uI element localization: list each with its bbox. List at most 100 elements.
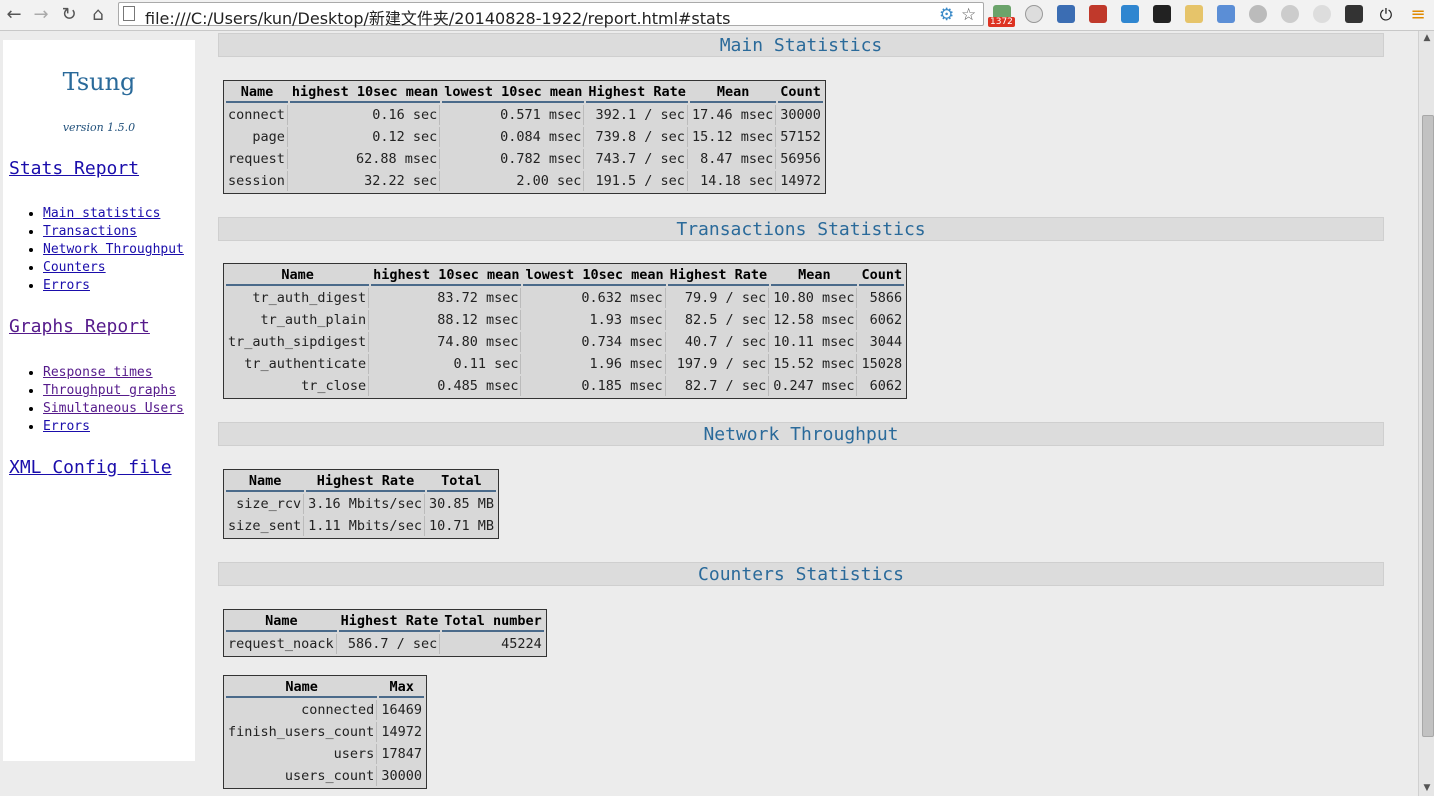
table-cell: 12.58 msec xyxy=(771,310,858,330)
extension-translate-icon[interactable] xyxy=(1121,5,1139,23)
stats-report-list: Main statistics Transactions Network Thr… xyxy=(17,205,184,295)
table-row: tr_auth_sipdigest 74.80 msec 0.734 msec 40.… xyxy=(226,332,904,352)
back-arrow-icon[interactable]: ← xyxy=(2,3,26,27)
table-cell: 57152 xyxy=(780,129,821,145)
table-row: users 17847 xyxy=(226,744,424,764)
browser-toolbar: ← → ↻ ⌂ file:///C:/Users/kun/Desktop/新建文… xyxy=(0,0,1434,31)
extension-sync-icon[interactable] xyxy=(1025,5,1043,23)
table-header-row: Name highest 10sec mean lowest 10sec mean H… xyxy=(226,266,905,286)
translate-scan-icon[interactable]: ⚙ xyxy=(939,5,954,25)
table-cell: 0.16 sec xyxy=(290,105,441,125)
table-cell: 15.12 msec xyxy=(690,127,777,147)
menu-icon[interactable]: ≡ xyxy=(1406,3,1430,27)
table-cell: 586.7 / sec xyxy=(339,634,441,654)
column-header: Highest Rate xyxy=(306,472,425,492)
table-cell: 0.11 sec xyxy=(371,354,522,374)
page-icon xyxy=(123,6,135,21)
extension-search-icon[interactable] xyxy=(1313,5,1331,23)
column-header: Name xyxy=(226,83,288,103)
table-cell: 743.7 / sec xyxy=(586,149,688,169)
table-cell: 5866 xyxy=(869,290,903,306)
table-cell: 82.7 / sec xyxy=(668,376,770,396)
table-cell: 197.9 / sec xyxy=(668,354,770,374)
table-cell: 15028 xyxy=(861,356,903,372)
table-cell: request xyxy=(226,149,288,169)
column-header: highest 10sec mean xyxy=(289,83,441,103)
counters-table: Name Highest Rate Total number request_noac… xyxy=(223,609,547,657)
main-statistics-heading: Main Statistics xyxy=(218,33,1384,57)
home-icon[interactable]: ⌂ xyxy=(86,3,110,27)
transactions-link[interactable]: Transactions xyxy=(43,224,137,239)
column-header: Count xyxy=(859,266,905,286)
extension-circle-icon[interactable] xyxy=(1281,5,1299,23)
table-cell: 0.571 msec xyxy=(442,105,585,125)
table-row: size_sent 1.11 Mbits/sec 10.71 MB xyxy=(226,516,496,536)
extension-d-icon[interactable] xyxy=(1345,5,1363,23)
counters-link[interactable]: Counters xyxy=(43,260,106,275)
list-item: Errors xyxy=(43,418,184,436)
table-cell: users xyxy=(226,744,378,764)
table-cell: 74.80 msec xyxy=(371,332,522,352)
table-row: size_rcv 3.16 Mbits/sec 30.85 MB xyxy=(226,494,496,514)
table-row: connected 16469 xyxy=(226,700,424,720)
extension-download-icon[interactable] xyxy=(1249,5,1267,23)
response-times-link[interactable]: Response times xyxy=(43,365,153,380)
vertical-scrollbar[interactable]: ▲ ▼ xyxy=(1418,31,1434,796)
graphs-report-link[interactable]: Graphs Report xyxy=(9,316,150,337)
table-cell: 10.71 MB xyxy=(428,518,494,534)
graph-errors-link[interactable]: Errors xyxy=(43,419,90,434)
throughput-graphs-link[interactable]: Throughput graphs xyxy=(43,383,176,398)
column-header: Max xyxy=(379,678,424,698)
table-cell: connected xyxy=(226,700,378,720)
table-row: connect 0.16 sec 0.571 msec 392.1 / sec 17.4… xyxy=(226,105,823,125)
column-header: Highest Rate xyxy=(338,612,441,632)
table-cell: 10.11 msec xyxy=(771,332,858,352)
power-icon[interactable]: ⏻ xyxy=(1374,3,1398,27)
table-cell: 1.11 Mbits/sec xyxy=(306,516,425,536)
extension-book-icon[interactable] xyxy=(1089,5,1107,23)
scroll-down-arrow-icon[interactable]: ▼ xyxy=(1419,783,1434,793)
stats-report-link[interactable]: Stats Report xyxy=(9,158,139,179)
table-cell: 45224 xyxy=(501,636,542,652)
main-statistics-link[interactable]: Main statistics xyxy=(43,206,160,221)
column-header: lowest 10sec mean xyxy=(442,83,585,103)
extension-ie-icon[interactable] xyxy=(1217,5,1235,23)
network-throughput-link[interactable]: Network Throughput xyxy=(43,242,184,257)
scroll-up-arrow-icon[interactable]: ▲ xyxy=(1419,33,1434,43)
bookmark-star-icon[interactable]: ☆ xyxy=(961,5,976,25)
extension-bookmark-icon[interactable] xyxy=(1057,5,1075,23)
table-row: users_count 30000 xyxy=(226,766,424,786)
table-cell: 88.12 msec xyxy=(371,310,522,330)
table-cell: tr_auth_plain xyxy=(226,310,370,330)
table-header-row: Name Max xyxy=(226,678,424,698)
table-row: page 0.12 sec 0.084 msec 739.8 / sec 15.12 m… xyxy=(226,127,823,147)
simultaneous-users-link[interactable]: Simultaneous Users xyxy=(43,401,184,416)
table-cell: 0.734 msec xyxy=(523,332,666,352)
table-cell: 0.247 msec xyxy=(771,376,858,396)
table-cell: 32.22 sec xyxy=(290,171,441,191)
reload-icon[interactable]: ↻ xyxy=(57,3,81,27)
extension-puzzle-icon[interactable] xyxy=(1153,5,1171,23)
list-item: Simultaneous Users xyxy=(43,400,184,418)
table-cell: size_sent xyxy=(226,516,305,536)
table-cell: 392.1 / sec xyxy=(586,105,688,125)
table-cell: 30000 xyxy=(381,768,422,784)
table-cell: 0.782 msec xyxy=(442,149,585,169)
extension-folder-icon[interactable] xyxy=(1185,5,1203,23)
column-header: Total xyxy=(426,472,496,492)
users-max-table: Name Max connected 16469 finish_users_count 1… xyxy=(223,675,427,789)
url-text[interactable]: file:///C:/Users/kun/Desktop/新建文件夹/20140… xyxy=(145,5,730,29)
scroll-thumb[interactable] xyxy=(1422,115,1434,737)
column-header: Name xyxy=(226,612,337,632)
xml-config-link[interactable]: XML Config file xyxy=(9,457,172,478)
network-throughput-table: Name Highest Rate Total size_rcv 3.16 Mbits/… xyxy=(223,469,499,539)
forward-arrow-icon[interactable]: → xyxy=(29,3,53,27)
table-cell: 2.00 sec xyxy=(442,171,585,191)
column-header: Highest Rate xyxy=(586,83,688,103)
errors-link[interactable]: Errors xyxy=(43,278,90,293)
address-bar[interactable]: file:///C:/Users/kun/Desktop/新建文件夹/20140… xyxy=(118,2,984,29)
list-item: Network Throughput xyxy=(43,241,184,259)
table-cell: 0.084 msec xyxy=(442,127,585,147)
table-cell: 0.185 msec xyxy=(523,376,666,396)
list-item: Counters xyxy=(43,259,184,277)
